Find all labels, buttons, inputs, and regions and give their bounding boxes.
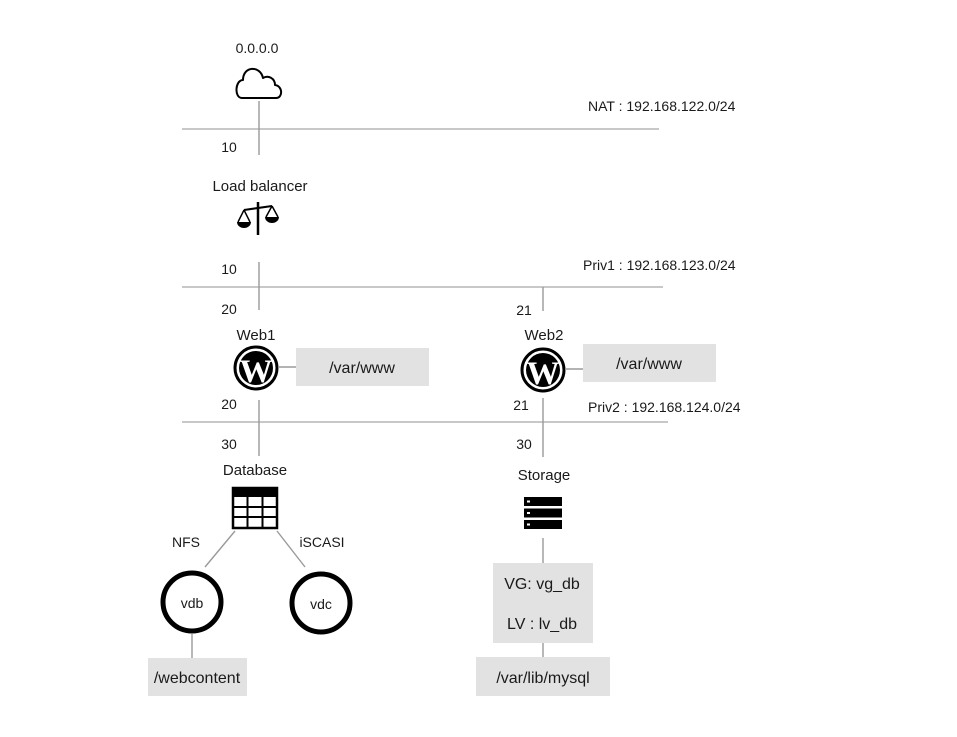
nat-network-label: NAT : 192.168.122.0/24 bbox=[588, 98, 736, 114]
vg-text: VG: vg_db bbox=[504, 576, 580, 593]
network-diagram: NAT : 192.168.122.0/24 Priv1 : 192.168.1… bbox=[148, 40, 741, 696]
disk-vdc-label: vdc bbox=[310, 596, 332, 612]
wordpress-icon: W bbox=[233, 345, 279, 391]
priv1-network-label: Priv1 : 192.168.123.0/24 bbox=[583, 257, 736, 273]
cloud-icon bbox=[235, 67, 283, 99]
scales-icon bbox=[237, 202, 279, 235]
web1-priv1-address: 20 bbox=[221, 301, 237, 317]
lb-label: Load balancer bbox=[212, 178, 307, 195]
mysql-mount-text: /var/lib/mysql bbox=[496, 670, 589, 687]
web2-priv1-address: 21 bbox=[516, 302, 532, 318]
disk-vdb: vdb bbox=[160, 570, 224, 634]
web1-mount-text: /var/www bbox=[329, 360, 395, 377]
table-icon bbox=[231, 486, 279, 530]
svg-text:W: W bbox=[240, 354, 273, 390]
lv-text: LV : lv_db bbox=[507, 616, 577, 633]
iscsi-label: iSCASI bbox=[299, 534, 344, 550]
svg-text:W: W bbox=[527, 356, 560, 392]
web2-priv2-address: 21 bbox=[513, 397, 529, 413]
priv2-network-label: Priv2 : 192.168.124.0/24 bbox=[588, 399, 741, 415]
disk-vdb-label: vdb bbox=[181, 595, 204, 611]
web2-mount-text: /var/www bbox=[616, 356, 682, 373]
storage-label: Storage bbox=[518, 467, 571, 484]
wordpress-icon: W bbox=[520, 347, 566, 393]
disk-vdc: vdc bbox=[289, 571, 353, 635]
server-stack-icon bbox=[524, 497, 562, 529]
nfs-label: NFS bbox=[172, 534, 200, 550]
storage-priv2-address: 30 bbox=[516, 436, 532, 452]
lb-nat-address: 10 bbox=[221, 139, 237, 155]
db-label: Database bbox=[223, 462, 287, 479]
internet-address: 0.0.0.0 bbox=[236, 40, 279, 56]
webcontent-mount-text: /webcontent bbox=[154, 670, 241, 687]
db-to-vdb-link bbox=[204, 530, 236, 568]
lb-priv1-address: 10 bbox=[221, 261, 237, 277]
db-priv2-address: 30 bbox=[221, 436, 237, 452]
web2-label: Web2 bbox=[525, 327, 564, 344]
web1-priv2-address: 20 bbox=[221, 396, 237, 412]
web1-label: Web1 bbox=[237, 327, 276, 344]
